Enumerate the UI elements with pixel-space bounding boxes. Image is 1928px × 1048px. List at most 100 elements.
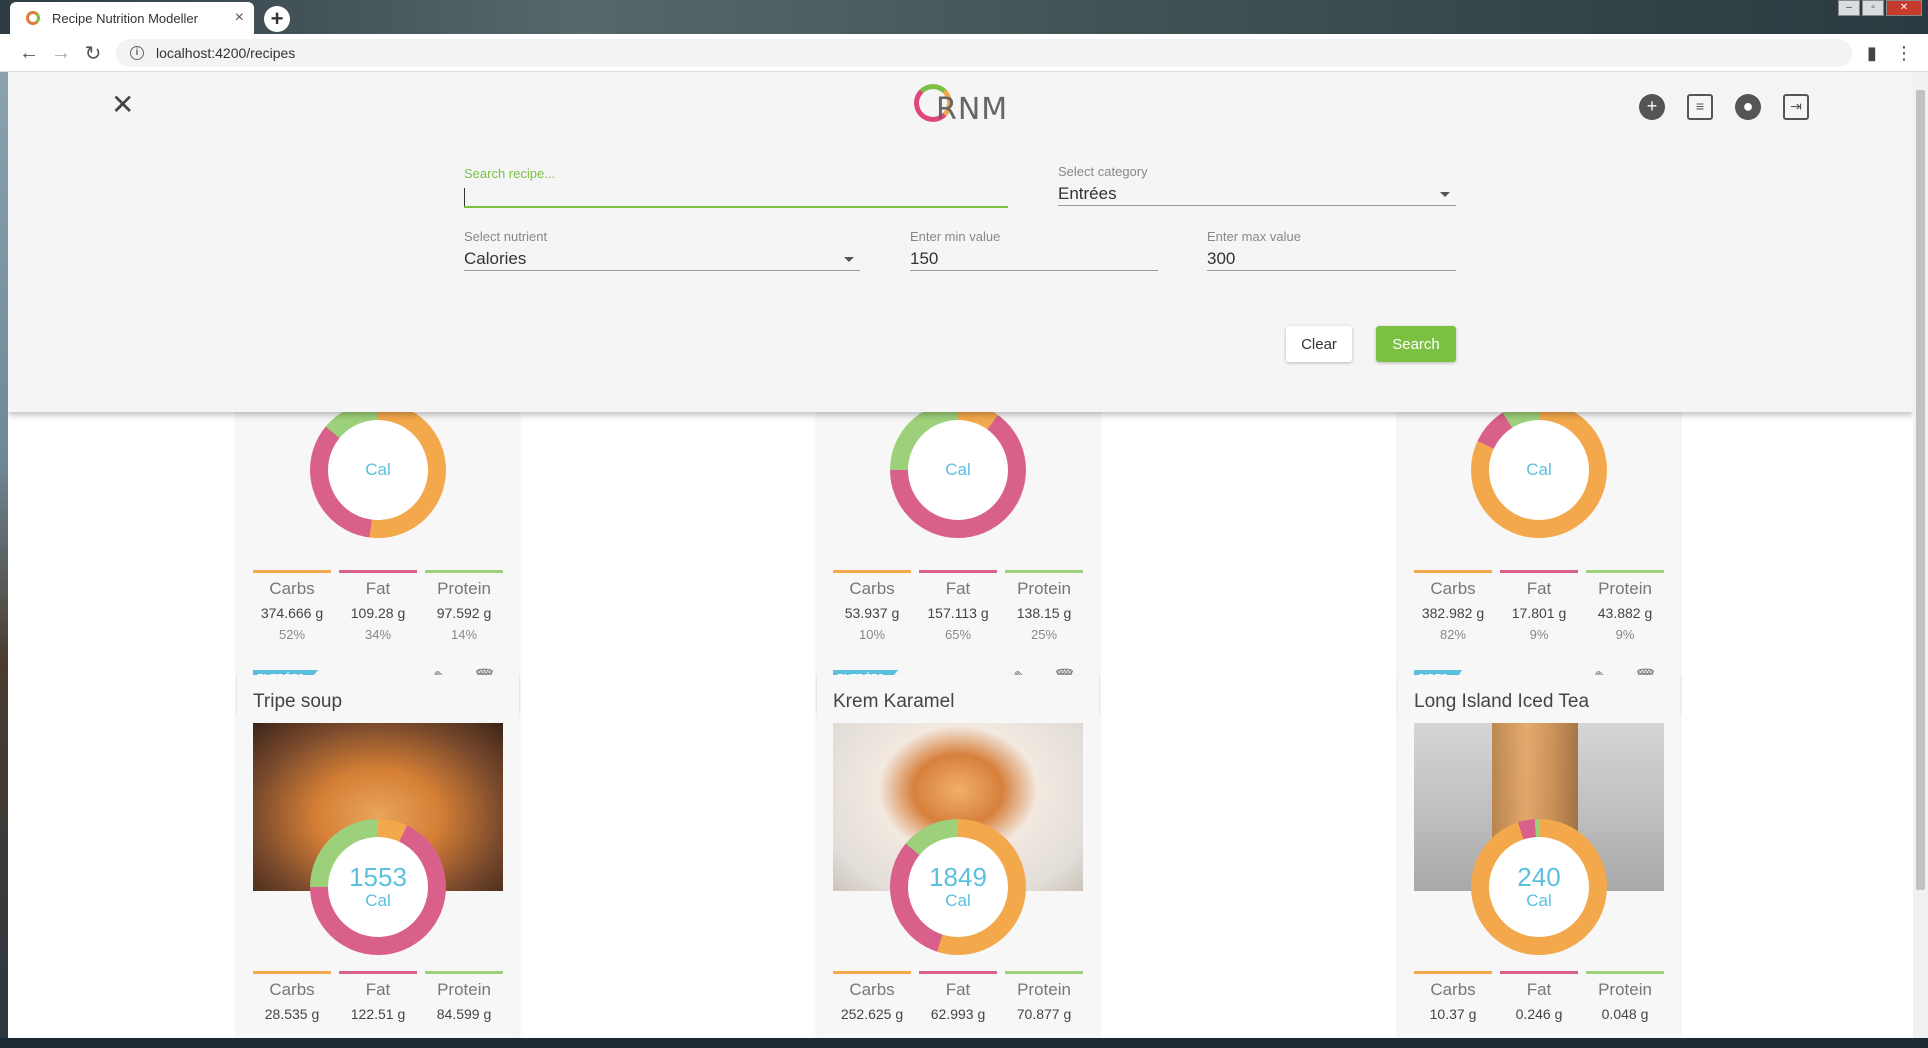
macros: Carbs 374.666 g 52% Fat 109.28 g 34% Protein… bbox=[253, 570, 503, 642]
recipe-card[interactable]: Tripe soup 1553 Cal Carbs 28.535 g Fat 122… bbox=[237, 675, 519, 1038]
protein-percent: 25% bbox=[1030, 627, 1058, 642]
calories-unit: Cal bbox=[945, 460, 971, 479]
protein-percent: 9% bbox=[1615, 627, 1635, 642]
clear-button[interactable]: Clear bbox=[1286, 326, 1352, 362]
close-icon[interactable]: ✕ bbox=[111, 88, 134, 121]
minimize-button[interactable]: – bbox=[1838, 0, 1860, 16]
back-button[interactable]: ← bbox=[16, 40, 42, 66]
recipe-title[interactable]: Krem Karamel bbox=[833, 691, 954, 713]
calorie-donut: Cal bbox=[890, 402, 1026, 538]
fat-grams: 17.801 g bbox=[1511, 605, 1567, 621]
window-close-button[interactable]: ✕ bbox=[1886, 0, 1922, 16]
carbs-percent: 10% bbox=[858, 627, 886, 642]
calories-unit: Cal bbox=[365, 891, 391, 910]
maximize-button[interactable]: ▫ bbox=[1862, 0, 1884, 16]
protein-label: Protein bbox=[437, 579, 491, 598]
carbs-label: Carbs bbox=[1430, 579, 1476, 598]
carbs-label: Carbs bbox=[269, 579, 315, 598]
carbs-label: Carbs bbox=[1430, 980, 1476, 999]
protein-grams: 43.882 g bbox=[1597, 605, 1653, 621]
calories-unit: Cal bbox=[945, 891, 971, 910]
fat-label: Fat bbox=[365, 980, 391, 999]
carbs-grams: 10.37 g bbox=[1429, 1006, 1477, 1022]
site-info-icon[interactable]: i bbox=[130, 46, 144, 60]
calories-unit: Cal bbox=[1526, 460, 1552, 479]
add-recipe-icon[interactable]: + bbox=[1639, 94, 1665, 120]
protein-grams: 0.048 g bbox=[1601, 1006, 1649, 1022]
nutrient-select[interactable]: Select nutrient Calories bbox=[464, 229, 860, 271]
protein-percent: 14% bbox=[450, 627, 478, 642]
logo-text: RNM bbox=[936, 92, 1009, 127]
page-scrollbar[interactable] bbox=[1913, 72, 1928, 1038]
fat-label: Fat bbox=[1526, 980, 1552, 999]
url-field[interactable]: i localhost:4200/recipes bbox=[116, 39, 1852, 67]
macros: Carbs 10.37 g Fat 0.246 g Protein 0.048 g bbox=[1414, 971, 1664, 1022]
fat-grams: 157.113 g bbox=[927, 605, 989, 621]
menu-icon[interactable]: ⋮ bbox=[1894, 43, 1914, 63]
address-bar: ← → ↻ i localhost:4200/recipes ▮ ⋮ bbox=[0, 34, 1928, 72]
recipes-list-icon[interactable]: ≡ bbox=[1687, 94, 1713, 120]
max-value-field[interactable]: Enter max value 300 bbox=[1207, 229, 1456, 271]
browser-tab[interactable]: Recipe Nutrition Modeller × bbox=[10, 2, 254, 34]
calories-unit: Cal bbox=[1526, 891, 1552, 910]
nutrient-value-box[interactable]: Calories bbox=[464, 245, 860, 271]
search-recipe-input[interactable] bbox=[464, 182, 1008, 208]
protein-grams: 70.877 g bbox=[1016, 1006, 1072, 1022]
tab-title: Recipe Nutrition Modeller bbox=[52, 10, 198, 26]
carbs-label: Carbs bbox=[849, 579, 895, 598]
new-tab-button[interactable]: + bbox=[264, 6, 290, 32]
logout-icon[interactable]: ⇥ bbox=[1783, 94, 1809, 120]
recipe-title[interactable]: Long Island Iced Tea bbox=[1414, 691, 1589, 713]
recipe-title[interactable]: Tripe soup bbox=[253, 691, 342, 713]
min-value-input[interactable]: 150 bbox=[910, 245, 1158, 271]
macros: Carbs 53.937 g 10% Fat 157.113 g 65% Protein… bbox=[833, 570, 1083, 642]
os-taskbar bbox=[0, 1038, 1928, 1048]
carbs-label: Carbs bbox=[269, 980, 315, 999]
fat-grams: 0.246 g bbox=[1515, 1006, 1563, 1022]
carbs-grams: 252.625 g bbox=[840, 1006, 904, 1022]
url-text: localhost:4200/recipes bbox=[156, 45, 296, 61]
category-value: Entrées bbox=[1058, 184, 1117, 203]
category-label: Select category bbox=[1058, 164, 1148, 179]
search-recipe-label: Search recipe... bbox=[464, 166, 556, 181]
protein-grams: 84.599 g bbox=[436, 1006, 492, 1022]
scrollbar-thumb[interactable] bbox=[1916, 90, 1925, 890]
browser-tab-bar: Recipe Nutrition Modeller × + – ▫ ✕ bbox=[0, 0, 1928, 34]
category-select[interactable]: Select category Entrées bbox=[1058, 164, 1456, 206]
protein-label: Protein bbox=[1598, 980, 1652, 999]
search-panel: ✕ RNM + ≡ ● ⇥ Search recipe... Select ca… bbox=[8, 72, 1913, 412]
calorie-donut: Cal bbox=[310, 402, 446, 538]
calorie-donut: 1553 Cal bbox=[310, 819, 446, 955]
min-value-label: Enter min value bbox=[910, 229, 1001, 244]
reload-button[interactable]: ↻ bbox=[80, 40, 106, 66]
max-value-label: Enter max value bbox=[1207, 229, 1301, 244]
calories-value: 1849 bbox=[929, 862, 987, 892]
recipe-card[interactable]: Long Island Iced Tea 240 Cal Carbs 10.37 … bbox=[1398, 675, 1680, 1038]
account-icon[interactable]: ● bbox=[1735, 94, 1761, 120]
profile-icon[interactable]: ▮ bbox=[1862, 43, 1882, 63]
category-value-box[interactable]: Entrées bbox=[1058, 180, 1456, 206]
page-content: ✕ RNM + ≡ ● ⇥ Search recipe... Select ca… bbox=[8, 72, 1913, 1038]
protein-label: Protein bbox=[1017, 579, 1071, 598]
fat-label: Fat bbox=[365, 579, 391, 598]
macros: Carbs 252.625 g Fat 62.993 g Protein 70.877… bbox=[833, 971, 1083, 1022]
recipe-card[interactable]: Krem Karamel 1849 Cal Carbs 252.625 g Fat… bbox=[817, 675, 1099, 1038]
macros: Carbs 28.535 g Fat 122.51 g Protein 84.599 … bbox=[253, 971, 503, 1022]
protein-grams: 138.15 g bbox=[1016, 605, 1072, 621]
carbs-grams: 382.982 g bbox=[1421, 605, 1485, 621]
chevron-down-icon bbox=[1440, 192, 1450, 197]
min-value-field[interactable]: Enter min value 150 bbox=[910, 229, 1158, 271]
forward-button[interactable]: → bbox=[48, 40, 74, 66]
search-recipe-field[interactable]: Search recipe... bbox=[464, 166, 1008, 208]
max-value-input[interactable]: 300 bbox=[1207, 245, 1456, 271]
tab-close-icon[interactable]: × bbox=[235, 9, 244, 27]
carbs-grams: 53.937 g bbox=[844, 605, 900, 621]
chevron-down-icon bbox=[844, 257, 854, 262]
fat-grams: 122.51 g bbox=[350, 1006, 406, 1022]
search-button[interactable]: Search bbox=[1376, 326, 1456, 362]
app-logo[interactable]: RNM bbox=[914, 82, 1014, 132]
carbs-label: Carbs bbox=[849, 980, 895, 999]
calories-unit: Cal bbox=[365, 460, 391, 479]
calorie-donut: 1849 Cal bbox=[890, 819, 1026, 955]
calorie-donut: 240 Cal bbox=[1471, 819, 1607, 955]
